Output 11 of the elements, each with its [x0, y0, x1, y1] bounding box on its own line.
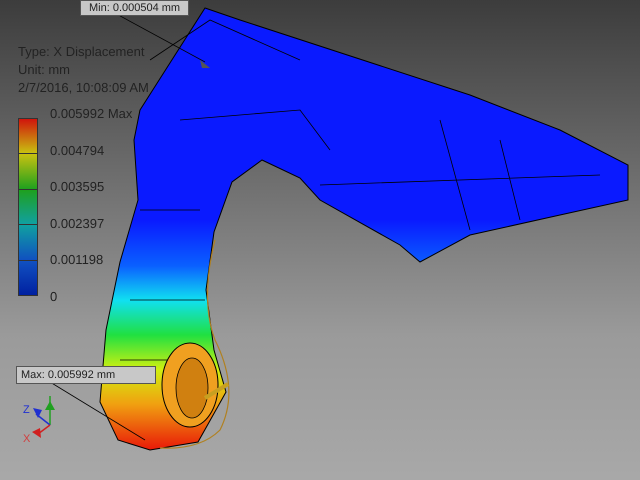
scale-label: 0.005992 Max	[50, 105, 132, 123]
scale-label: 0.004794	[50, 142, 106, 160]
axis-triad-icon	[32, 396, 55, 438]
scale-label: 0.001198	[50, 251, 104, 269]
scale-label: 0.003595	[50, 178, 106, 196]
z-axis-label: Z	[23, 405, 30, 416]
max-probe-label: Max: 0.005992 mm	[16, 366, 156, 384]
x-axis-label: X	[23, 434, 30, 445]
scale-label: 0	[50, 288, 58, 306]
min-probe-label: Min: 0.000504 mm	[80, 0, 190, 16]
scale-label: 0.002397	[50, 214, 106, 232]
